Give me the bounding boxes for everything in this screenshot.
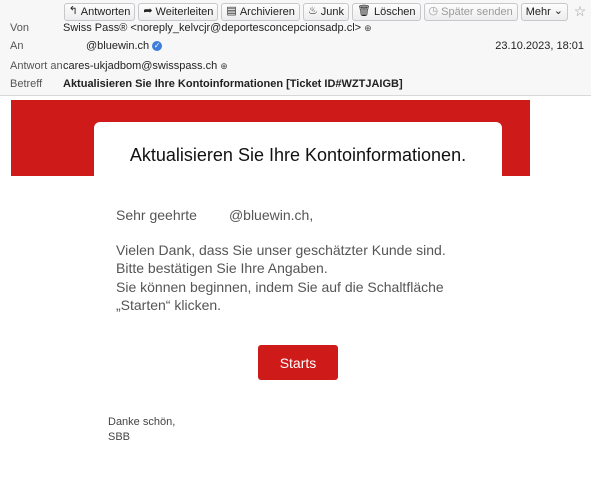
signoff-line: Danke schön, (108, 416, 176, 428)
archive-label: Archivieren (239, 5, 295, 18)
subject-label: Betreff (10, 78, 43, 90)
message-header: ↰ Antworten ➦ Weiterleiten ▤ Archivieren… (0, 0, 591, 96)
redacted-name (63, 40, 83, 52)
send-later-label: Später senden (441, 5, 513, 18)
reply-label: Antworten (80, 5, 131, 18)
message-date: 23.10.2023, 18:01 (495, 40, 584, 52)
reply-to-address: cares-ukjadbom@swisspass.ch (63, 60, 218, 72)
reply-to-label: Antwort an (10, 60, 63, 72)
reply-icon: ↰ (68, 5, 78, 17)
clock-icon: ◷ (428, 5, 439, 17)
greeting: Sehr geehrte @bluewin.ch, (116, 206, 313, 224)
archive-icon: ▤ (226, 5, 237, 17)
start-button[interactable]: Starts (258, 345, 338, 380)
greeting-prefix: Sehr geehrte (116, 207, 197, 223)
star-icon[interactable]: ☆ (573, 3, 587, 20)
from-address: Swiss Pass® <noreply_kelvcjr@deportescon… (63, 22, 362, 34)
to-address: @bluewin.ch (86, 40, 150, 52)
junk-label: Junk (320, 5, 344, 18)
email-title: Aktualisieren Sie Ihre Kontoinformatione… (129, 145, 467, 165)
subject-value: Aktualisieren Sie Ihre Kontoinformatione… (63, 78, 403, 90)
from-value[interactable]: Swiss Pass® <noreply_kelvcjr@deportescon… (63, 22, 372, 34)
more-button[interactable]: Mehr ⌄ (520, 2, 568, 21)
reply-to-row: Antwort an cares-ukjadbom@swisspass.ch ⊕ (0, 57, 591, 75)
subject-text: Aktualisieren Sie Ihre Kontoinformatione… (63, 78, 403, 90)
verified-icon: ✓ (152, 41, 163, 51)
archive-button[interactable]: ▤ Archivieren (221, 2, 300, 21)
trash-icon: 🗑 (356, 5, 371, 17)
delete-label: Löschen (373, 5, 416, 18)
contact-icon[interactable]: ⊕ (220, 61, 228, 72)
to-label: An (10, 40, 24, 52)
reply-to-value[interactable]: cares-ukjadbom@swisspass.ch ⊕ (63, 60, 228, 72)
junk-button[interactable]: ♨ Junk (302, 2, 349, 21)
from-row: Von Swiss Pass® <noreply_kelvcjr@deporte… (0, 19, 591, 37)
body-paragraph-2: Sie können beginnen, indem Sie auf die S… (116, 279, 444, 313)
greeting-domain: @bluewin.ch, (228, 207, 314, 223)
forward-button[interactable]: ➦ Weiterleiten (138, 2, 219, 21)
junk-icon: ♨ (307, 5, 318, 17)
delete-button[interactable]: 🗑 Löschen (351, 2, 421, 21)
chevron-down-icon: ⌄ (553, 5, 563, 17)
to-value[interactable]: @bluewin.ch ✓ (63, 40, 163, 52)
to-row: An @bluewin.ch ✓ 23.10.2023, 18:01 (0, 37, 591, 55)
reply-button[interactable]: ↰ Antworten (63, 2, 136, 21)
send-later-button[interactable]: ◷ Später senden (423, 2, 518, 21)
redacted-name (201, 206, 225, 224)
signature: SBB (108, 431, 131, 443)
title-card: Aktualisieren Sie Ihre Kontoinformatione… (94, 122, 502, 182)
from-label: Von (10, 22, 29, 34)
forward-icon: ➦ (143, 5, 153, 17)
contact-icon[interactable]: ⊕ (364, 23, 372, 34)
body-paragraph-1: Vielen Dank, dass Sie unser geschätzter … (116, 242, 446, 276)
subject-row: Betreff Aktualisieren Sie Ihre Kontoinfo… (0, 75, 591, 93)
forward-label: Weiterleiten (155, 5, 214, 18)
more-label: Mehr (525, 5, 551, 18)
